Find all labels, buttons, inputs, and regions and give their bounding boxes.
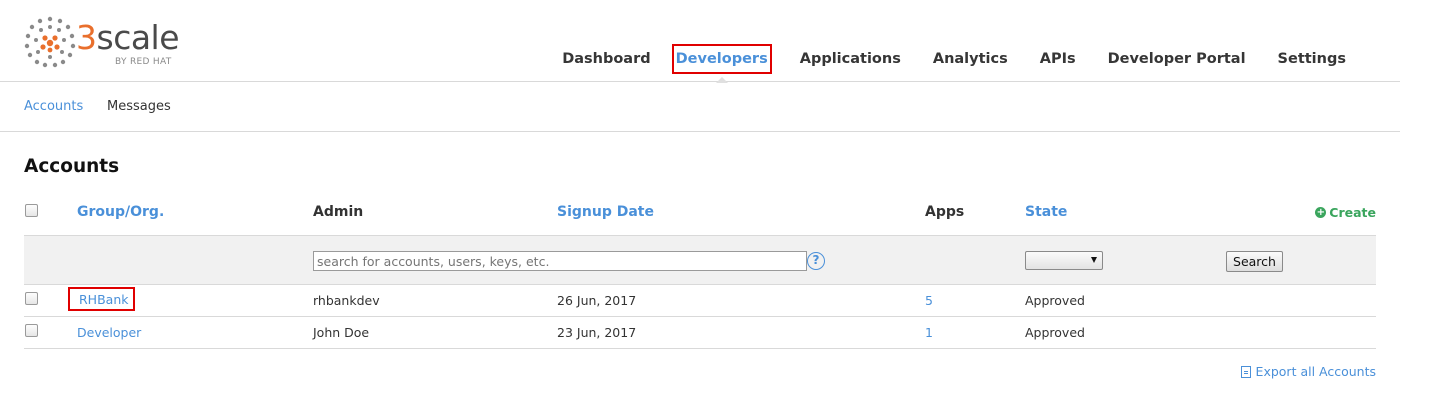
search-button[interactable]: Search — [1226, 251, 1283, 272]
logo-wordmark-accent: 3 — [76, 18, 97, 57]
export-all-accounts-link[interactable]: Export all Accounts — [1240, 364, 1376, 379]
search-input[interactable] — [313, 251, 807, 271]
sub-nav: Accounts Messages — [0, 82, 1400, 132]
chevron-down-icon — [1091, 257, 1097, 263]
table-header-row: Group/Org. Admin Signup Date Apps State … — [24, 196, 1376, 236]
table-row: RHBank rhbankdev 26 Jun, 2017 5 Approved — [24, 285, 1376, 317]
admin-cell: rhbankdev — [313, 293, 380, 308]
admin-cell: John Doe — [313, 325, 370, 340]
nav-applications[interactable]: Applications — [796, 44, 905, 74]
row-checkbox[interactable] — [25, 324, 38, 337]
row-checkbox[interactable] — [25, 292, 38, 305]
group-link[interactable]: Developer — [77, 325, 141, 340]
help-icon[interactable]: ? — [807, 252, 825, 270]
apps-count-link[interactable]: 5 — [925, 293, 933, 308]
nav-developer-portal[interactable]: Developer Portal — [1104, 44, 1250, 74]
logo-dots-icon — [24, 16, 76, 68]
nav-dashboard[interactable]: Dashboard — [558, 44, 654, 74]
column-header-admin: Admin — [313, 204, 364, 220]
top-header: 3scale BY RED HAT Dashboard Developers A… — [0, 0, 1400, 83]
logo-wordmark: 3scale — [76, 18, 180, 57]
main-nav: Dashboard Developers Applications Analyt… — [534, 43, 1350, 83]
signup-date-cell: 26 Jun, 2017 — [557, 293, 637, 308]
logo-wordmark-rest: scale — [96, 18, 180, 57]
column-header-group[interactable]: Group/Org. — [77, 204, 164, 220]
subnav-accounts[interactable]: Accounts — [24, 99, 83, 114]
nav-settings[interactable]: Settings — [1274, 44, 1350, 74]
column-header-signup-date[interactable]: Signup Date — [557, 204, 654, 220]
create-account-button[interactable]: + Create — [1315, 205, 1376, 220]
column-header-state[interactable]: State — [1025, 204, 1067, 220]
group-link[interactable]: RHBank — [79, 292, 128, 307]
search-row: ? Search — [24, 236, 1376, 285]
plus-circle-icon: + — [1315, 207, 1327, 218]
signup-date-cell: 23 Jun, 2017 — [557, 325, 637, 340]
create-label: Create — [1329, 205, 1376, 220]
logo[interactable]: 3scale BY RED HAT — [24, 16, 204, 70]
export-label: Export all Accounts — [1255, 364, 1376, 379]
document-icon — [1240, 365, 1251, 378]
column-header-apps: Apps — [925, 204, 965, 220]
logo-subtitle: BY RED HAT — [115, 57, 172, 67]
state-cell: Approved — [1025, 325, 1085, 340]
nav-analytics[interactable]: Analytics — [929, 44, 1012, 74]
group-link-highlight: RHBank — [68, 287, 135, 311]
state-filter-select[interactable] — [1025, 251, 1103, 270]
nav-apis[interactable]: APIs — [1036, 44, 1080, 74]
page-title: Accounts — [24, 156, 120, 177]
apps-count-link[interactable]: 1 — [925, 325, 933, 340]
select-all-checkbox[interactable] — [25, 204, 38, 217]
subnav-messages[interactable]: Messages — [107, 99, 171, 114]
table-row: Developer John Doe 23 Jun, 2017 1 Approv… — [24, 317, 1376, 349]
state-cell: Approved — [1025, 293, 1085, 308]
nav-developers[interactable]: Developers — [671, 44, 772, 83]
